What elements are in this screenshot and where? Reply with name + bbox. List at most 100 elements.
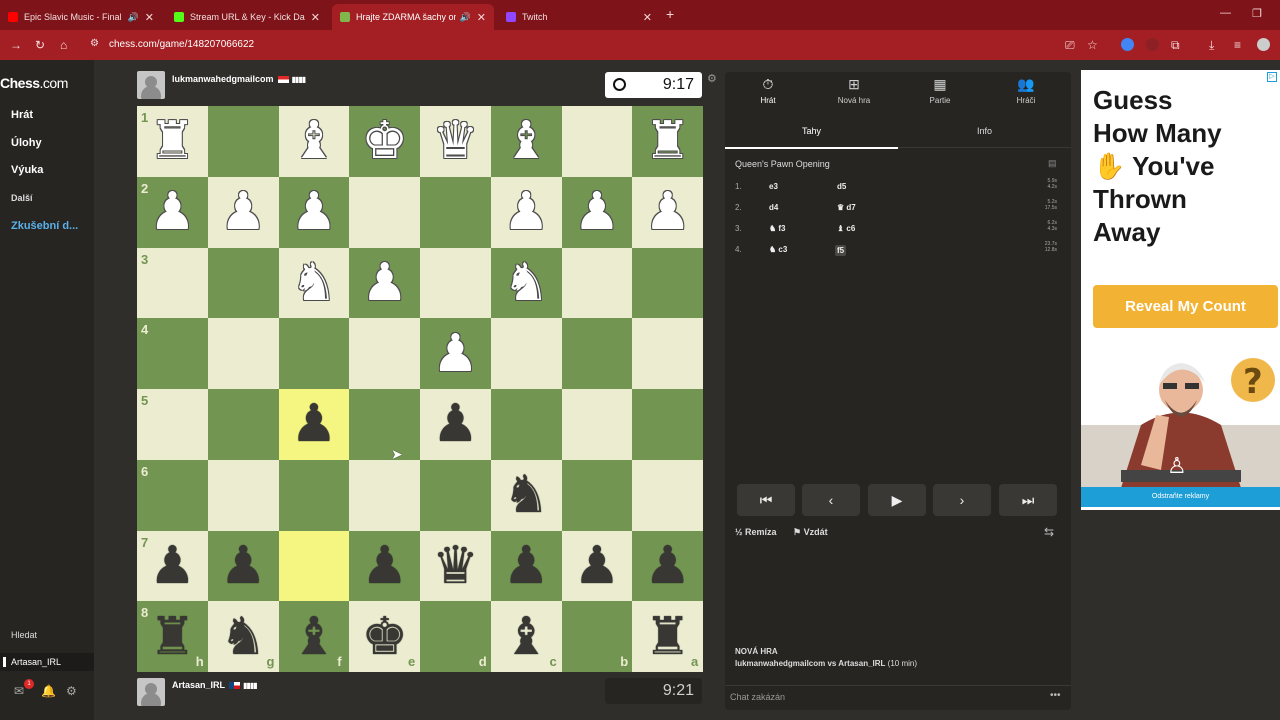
tab-new-game[interactable]: ⊞ Nová hra: [811, 76, 897, 105]
sidebar-item-puzzles[interactable]: Úlohy: [11, 137, 42, 149]
board-settings-icon[interactable]: ⚙: [707, 72, 717, 85]
speaker-icon[interactable]: 🔊: [128, 12, 139, 23]
browser-tab-twitch[interactable]: Twitch ✕: [498, 4, 660, 30]
draw-button[interactable]: ½ Remíza: [735, 527, 777, 537]
sidebar-item-play[interactable]: Hrát: [11, 109, 33, 121]
board-square[interactable]: [349, 318, 420, 389]
board-square[interactable]: [278, 318, 350, 389]
white-pawn-piece[interactable]: ♟: [349, 248, 420, 319]
reload-icon[interactable]: ↻: [35, 38, 45, 52]
close-tab-icon[interactable]: ✕: [145, 11, 154, 24]
white-bishop-piece[interactable]: ♝: [491, 106, 562, 177]
resign-button[interactable]: ⚑ Vzdát: [793, 527, 828, 538]
bell-icon[interactable]: 🔔: [41, 684, 56, 698]
sidebar-item-trial[interactable]: Zkušební d...: [11, 220, 78, 232]
board-square[interactable]: [632, 389, 703, 460]
board-square[interactable]: [420, 247, 491, 319]
browser-tab-youtube[interactable]: Epic Slavic Music - Final Ho 🔊 ✕: [0, 4, 162, 30]
minimize-button[interactable]: —: [1220, 7, 1231, 19]
prev-move-button[interactable]: ‹: [802, 484, 860, 516]
board-square[interactable]: [207, 318, 279, 389]
address-bar[interactable]: chess.com/game/148207066622: [109, 39, 254, 50]
white-king-piece[interactable]: ♚: [349, 106, 420, 177]
browser-tab-kick[interactable]: Stream URL & Key - Kick Dashb ✕: [166, 4, 328, 30]
subtab-moves[interactable]: Tahy: [725, 126, 898, 136]
board-square[interactable]: [561, 389, 633, 460]
clipboard-icon[interactable]: ▤: [1048, 158, 1057, 169]
browser-tab-chess[interactable]: Hrajte ZDARMA šachy onlin 🔊 ✕: [332, 4, 494, 30]
extension-icon[interactable]: [1146, 38, 1159, 51]
advertisement[interactable]: ▷ Guess How Many ✋ You've Thrown Away Re…: [1081, 70, 1280, 510]
home-icon[interactable]: ⌂: [60, 38, 67, 52]
chess-com-logo[interactable]: Chess.com: [0, 75, 68, 91]
extension-icon[interactable]: [1121, 38, 1134, 51]
black-pawn-piece[interactable]: ♟: [349, 531, 420, 602]
close-tab-icon[interactable]: ✕: [311, 11, 320, 24]
speaker-icon[interactable]: 🔊: [460, 12, 471, 23]
board-square[interactable]: [632, 318, 703, 389]
top-player-name[interactable]: lukmanwahedgmailcom: [172, 74, 274, 84]
chess-board[interactable]: ♜ ♝ ♚ ♛ ♝ ♜ ♟ ♟ ♟ ♟ ♟ ♟ ♞ ♟ ♞ ♟ ♟ ♟ ♞ ♟ ♟ ♟ ♛ ♟ ♟ ♟ ♜ ♞ ♝ ♚ ♝ ♜ 1 2 3 4 5 6 7 8…: [137, 106, 703, 672]
white-pawn-piece[interactable]: ♟: [208, 177, 279, 248]
reveal-count-button[interactable]: Reveal My Count: [1093, 285, 1278, 328]
board-square[interactable]: [632, 459, 703, 531]
white-pawn-piece[interactable]: ♟: [279, 177, 350, 248]
tab-play[interactable]: ⏱ Hrát: [725, 76, 811, 105]
white-queen-piece[interactable]: ♛: [420, 106, 491, 177]
white-bishop-piece[interactable]: ♝: [279, 106, 350, 177]
play-button[interactable]: ▶: [868, 484, 926, 516]
white-knight-piece[interactable]: ♞: [491, 248, 562, 319]
new-tab-button[interactable]: +: [666, 6, 674, 22]
board-square[interactable]: [561, 318, 633, 389]
black-move[interactable]: d5: [837, 182, 846, 191]
white-pawn-piece[interactable]: ♟: [632, 177, 703, 248]
maximize-button[interactable]: ❐: [1252, 7, 1262, 20]
white-move[interactable]: ♞ f3: [769, 224, 786, 233]
board-square[interactable]: [278, 459, 350, 531]
ad-info-icon[interactable]: ▷: [1267, 72, 1277, 82]
media-icon[interactable]: ≡: [1234, 38, 1241, 52]
sidebar-search[interactable]: Hledat: [11, 630, 37, 640]
subtab-info[interactable]: Info: [898, 126, 1071, 136]
site-info-icon[interactable]: ⚙: [90, 38, 99, 49]
tab-games[interactable]: ▦ Partie: [897, 76, 983, 105]
white-pawn-piece[interactable]: ♟: [491, 177, 562, 248]
settings-gear-icon[interactable]: ⚙: [66, 684, 77, 698]
close-tab-icon[interactable]: ✕: [477, 11, 486, 24]
profile-avatar[interactable]: [1257, 38, 1270, 51]
first-move-button[interactable]: ⏮: [737, 484, 795, 516]
flip-board-icon[interactable]: ⇆: [1044, 525, 1054, 539]
board-square[interactable]: [632, 247, 703, 319]
sidebar-item-more[interactable]: Další: [11, 193, 33, 203]
white-pawn-piece[interactable]: ♟: [420, 318, 491, 389]
black-pawn-piece[interactable]: ♟: [279, 389, 350, 460]
black-pawn-piece[interactable]: ♟: [420, 389, 491, 460]
mail-icon[interactable]: ✉: [14, 684, 24, 698]
remove-ads-link[interactable]: Odstraňte reklamy: [1081, 487, 1280, 507]
board-square[interactable]: [207, 389, 279, 460]
white-move[interactable]: ♞ c3: [769, 245, 787, 254]
white-pawn-piece[interactable]: ♟: [562, 177, 633, 248]
bottom-player-name[interactable]: Artasan_IRL: [172, 680, 225, 690]
sidebar-user-row[interactable]: Artasan_IRL: [0, 653, 94, 671]
extensions-puzzle-icon[interactable]: ⧉: [1171, 38, 1180, 53]
board-square[interactable]: [207, 247, 279, 319]
black-move[interactable]: ♛ d7: [837, 203, 856, 212]
black-pawn-piece[interactable]: ♟: [208, 531, 279, 602]
close-tab-icon[interactable]: ✕: [643, 11, 652, 24]
board-square[interactable]: [349, 389, 420, 460]
board-square[interactable]: [349, 459, 420, 531]
more-options-icon[interactable]: •••: [1050, 690, 1061, 701]
tab-players[interactable]: 👥 Hráči: [983, 76, 1069, 105]
board-square[interactable]: [207, 459, 279, 531]
board-square[interactable]: [490, 318, 562, 389]
board-square[interactable]: [561, 106, 633, 177]
board-square[interactable]: [349, 176, 420, 248]
bottom-player-avatar[interactable]: [137, 678, 165, 706]
sidebar-item-learn[interactable]: Výuka: [11, 164, 43, 176]
board-square[interactable]: [561, 459, 633, 531]
board-square[interactable]: [420, 176, 491, 248]
download-icon[interactable]: ⤓: [1209, 38, 1214, 53]
white-move[interactable]: e3: [769, 182, 778, 191]
top-player-avatar[interactable]: [137, 71, 165, 99]
